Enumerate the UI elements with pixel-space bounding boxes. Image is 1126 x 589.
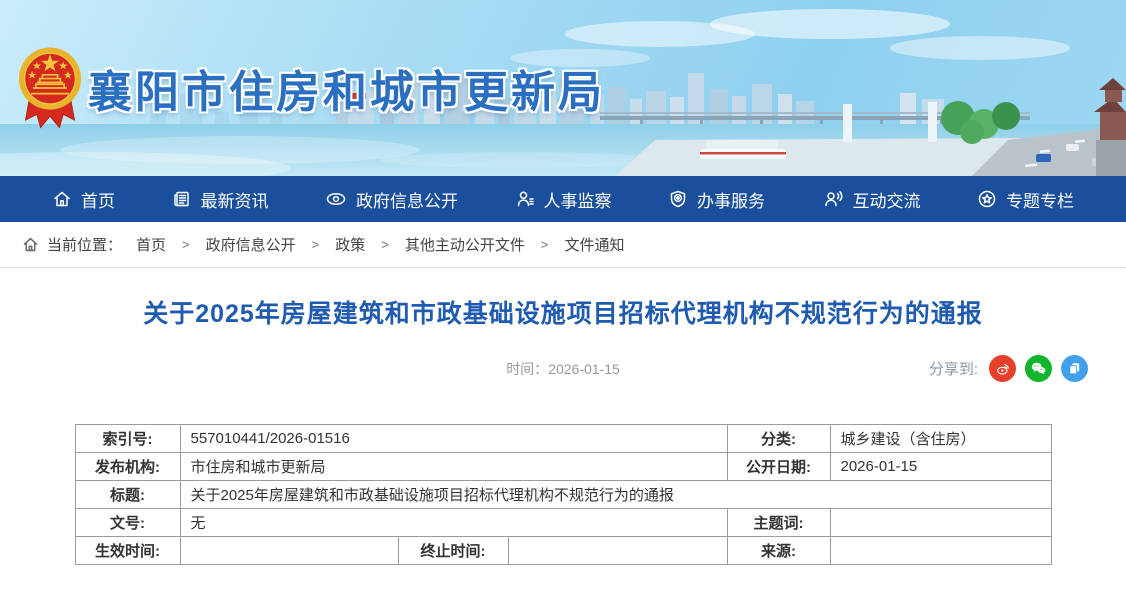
article-meta: 时间：2026-01-15 分享到: — [0, 354, 1126, 384]
nav-item-label: 专题专栏 — [1006, 187, 1074, 212]
share-bar: 分享到: — [929, 355, 1088, 382]
table-row: 生效时间: 终止时间: 来源: — [75, 537, 1051, 565]
index-number-value: 557010441/2026-01516 — [180, 425, 727, 453]
nav-item-label: 办事服务 — [697, 187, 765, 212]
expiry-date-label: 终止时间: — [398, 537, 508, 565]
site-header: 襄阳市住房和城市更新局 — [0, 0, 1126, 176]
eye-icon — [325, 189, 347, 209]
table-row: 标题: 关于2025年房屋建筑和市政基础设施项目招标代理机构不规范行为的通报 — [75, 481, 1051, 509]
index-number-label: 索引号: — [75, 425, 180, 453]
nav-item-label: 政府信息公开 — [356, 187, 458, 212]
breadcrumb-separator: > — [312, 237, 320, 252]
copy-share-icon[interactable] — [1061, 355, 1088, 382]
breadcrumb-separator: > — [381, 237, 389, 252]
keywords-value — [830, 509, 1051, 537]
nav-item-label: 人事监察 — [544, 187, 612, 212]
breadcrumb-item-policy[interactable]: 政策 — [335, 234, 365, 255]
person-icon — [515, 189, 535, 209]
people-chat-icon — [822, 189, 844, 209]
breadcrumb-item-other-public-docs[interactable]: 其他主动公开文件 — [405, 234, 525, 255]
doc-number-value: 无 — [180, 509, 727, 537]
news-icon — [172, 189, 192, 209]
table-row: 索引号: 557010441/2026-01516 分类: 城乡建设（含住房） — [75, 425, 1051, 453]
site-title: 襄阳市住房和城市更新局 — [88, 56, 605, 120]
breadcrumb-label: 当前位置： — [47, 234, 122, 255]
share-label: 分享到: — [929, 358, 978, 379]
wechat-share-icon[interactable] — [1025, 355, 1052, 382]
breadcrumb-item-doc-notice[interactable]: 文件通知 — [564, 234, 624, 255]
breadcrumb: 当前位置： 首页 > 政府信息公开 > 政策 > 其他主动公开文件 > 文件通知 — [0, 222, 1126, 268]
nav-item-news[interactable]: 最新资讯 — [172, 187, 269, 212]
nav-item-gov-info[interactable]: 政府信息公开 — [325, 187, 458, 212]
main-navigation: 首页 最新资讯 政府信息公开 人事监察 办事服务 互动交流 专题专栏 — [0, 176, 1126, 222]
time-value: 2026-01-15 — [548, 361, 620, 377]
keywords-label: 主题词: — [727, 509, 830, 537]
home-icon — [52, 189, 72, 209]
nav-item-label: 互动交流 — [853, 187, 921, 212]
publish-date-value: 2026-01-15 — [830, 453, 1051, 481]
home-icon — [22, 236, 39, 253]
category-value: 城乡建设（含住房） — [830, 425, 1051, 453]
issuing-agency-label: 发布机构: — [75, 453, 180, 481]
breadcrumb-separator: > — [541, 237, 549, 252]
source-value — [830, 537, 1051, 565]
nav-item-personnel[interactable]: 人事监察 — [515, 187, 612, 212]
nav-item-services[interactable]: 办事服务 — [668, 187, 765, 212]
doc-title-label: 标题: — [75, 481, 180, 509]
nav-item-label: 首页 — [81, 187, 115, 212]
weibo-share-icon[interactable] — [989, 355, 1016, 382]
nav-item-label: 最新资讯 — [201, 187, 269, 212]
document-info-table: 索引号: 557010441/2026-01516 分类: 城乡建设（含住房） … — [75, 424, 1052, 565]
breadcrumb-separator: > — [182, 237, 190, 252]
table-row: 文号: 无 主题词: — [75, 509, 1051, 537]
effective-date-label: 生效时间: — [75, 537, 180, 565]
nav-item-special-columns[interactable]: 专题专栏 — [977, 187, 1074, 212]
star-circle-icon — [977, 189, 997, 209]
category-label: 分类: — [727, 425, 830, 453]
breadcrumb-item-home[interactable]: 首页 — [136, 234, 166, 255]
expiry-date-value — [508, 537, 727, 565]
doc-title-value: 关于2025年房屋建筑和市政基础设施项目招标代理机构不规范行为的通报 — [180, 481, 1051, 509]
issuing-agency-value: 市住房和城市更新局 — [180, 453, 727, 481]
article-content: 关于2025年房屋建筑和市政基础设施项目招标代理机构不规范行为的通报 时间：20… — [0, 268, 1126, 565]
time-label: 时间： — [506, 361, 548, 377]
nav-item-home[interactable]: 首页 — [52, 187, 115, 212]
national-emblem — [18, 40, 82, 136]
effective-date-value — [180, 537, 398, 565]
breadcrumb-item-gov-info[interactable]: 政府信息公开 — [206, 234, 296, 255]
nav-item-interaction[interactable]: 互动交流 — [822, 187, 921, 212]
article-title: 关于2025年房屋建筑和市政基础设施项目招标代理机构不规范行为的通报 — [0, 294, 1126, 330]
shield-target-icon — [668, 189, 688, 209]
publish-date-label: 公开日期: — [727, 453, 830, 481]
doc-number-label: 文号: — [75, 509, 180, 537]
source-label: 来源: — [727, 537, 830, 565]
table-row: 发布机构: 市住房和城市更新局 公开日期: 2026-01-15 — [75, 453, 1051, 481]
